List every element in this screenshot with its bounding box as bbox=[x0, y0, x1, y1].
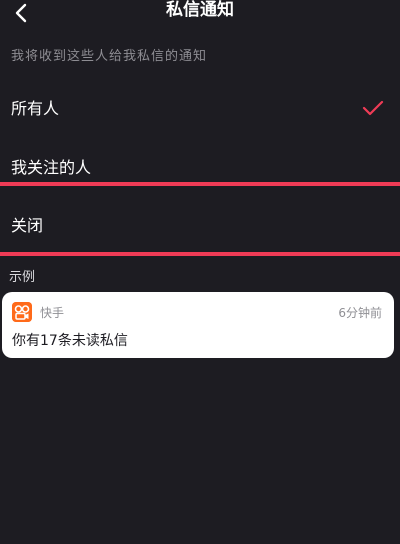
option-everyone[interactable]: 所有人 bbox=[0, 90, 400, 124]
notification-description: 我将收到这些人给我私信的通知 bbox=[11, 49, 208, 64]
option-following-label: 我关注的人 bbox=[11, 158, 92, 177]
app-name: 快手 bbox=[40, 306, 65, 320]
option-off-label: 关闭 bbox=[11, 216, 44, 235]
example-section-label: 示例 bbox=[9, 270, 36, 285]
page-title: 私信通知 bbox=[166, 0, 234, 20]
option-off[interactable]: 关闭 bbox=[0, 206, 400, 240]
option-following[interactable]: 我关注的人 bbox=[0, 148, 400, 182]
top-nav-bar: 私信通知 bbox=[0, 0, 400, 30]
notification-message: 你有17条未读私信 bbox=[12, 333, 128, 349]
kuaishou-logo-icon bbox=[12, 302, 32, 322]
highlight-line-top bbox=[0, 182, 400, 186]
highlight-line-bottom bbox=[0, 252, 400, 256]
option-everyone-label: 所有人 bbox=[11, 99, 60, 118]
notification-time: 6分钟前 bbox=[338, 306, 382, 320]
checkmark-icon bbox=[362, 100, 384, 116]
notification-preview-card: 快手 6分钟前 你有17条未读私信 bbox=[2, 292, 394, 358]
